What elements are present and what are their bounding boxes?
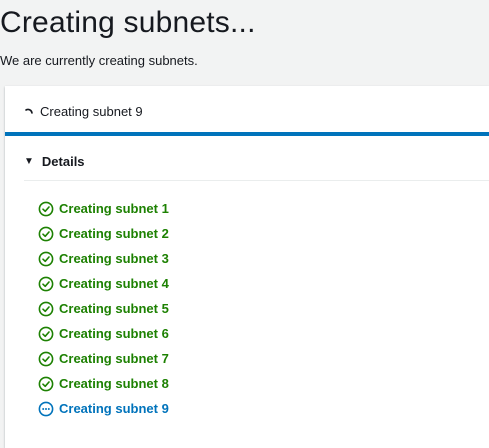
subnet-status-label: Creating subnet 4 [59,276,169,291]
success-check-icon [38,326,54,342]
subnet-status-label: Creating subnet 6 [59,326,169,341]
subnet-status-label: Creating subnet 5 [59,301,169,316]
subnet-status-item: Creating subnet 9 [38,396,169,421]
progress-bar-fill [5,132,489,136]
progress-bar [5,132,489,136]
success-check-icon [38,226,54,242]
progress-status: Creating subnet 9 [24,104,143,119]
page-subtitle: We are currently creating subnets. [0,53,198,68]
caret-down-icon: ▼ [24,156,34,167]
page-title: Creating subnets... [0,6,256,39]
success-check-icon [38,351,54,367]
subnet-status-item: Creating subnet 3 [38,246,169,271]
subnet-status-label: Creating subnet 3 [59,251,169,266]
progress-panel: Creating subnet 9 ▼ Details Creating sub… [5,86,489,448]
subnet-status-label: Creating subnet 9 [59,401,169,416]
subnet-status-label: Creating subnet 8 [59,376,169,391]
subnet-status-item: Creating subnet 8 [38,371,169,396]
subnet-status-item: Creating subnet 5 [38,296,169,321]
success-check-icon [38,276,54,292]
details-toggle[interactable]: ▼ Details [24,154,85,169]
success-check-icon [38,376,54,392]
progress-label: Creating subnet 9 [40,104,143,119]
subnet-status-label: Creating subnet 1 [59,201,169,216]
success-check-icon [38,301,54,317]
details-label: Details [41,154,85,169]
subnet-status-item: Creating subnet 6 [38,321,169,346]
success-check-icon [38,201,54,217]
subnet-status-item: Creating subnet 1 [38,196,169,221]
details-list: Creating subnet 1 Creating subnet 2 Creati… [38,196,169,421]
success-check-icon [38,251,54,267]
divider [24,180,489,181]
spinner-icon [24,105,34,119]
in-progress-icon [38,401,54,417]
subnet-status-label: Creating subnet 7 [59,351,169,366]
subnet-status-item: Creating subnet 7 [38,346,169,371]
subnet-status-item: Creating subnet 2 [38,221,169,246]
subnet-status-item: Creating subnet 4 [38,271,169,296]
subnet-status-label: Creating subnet 2 [59,226,169,241]
